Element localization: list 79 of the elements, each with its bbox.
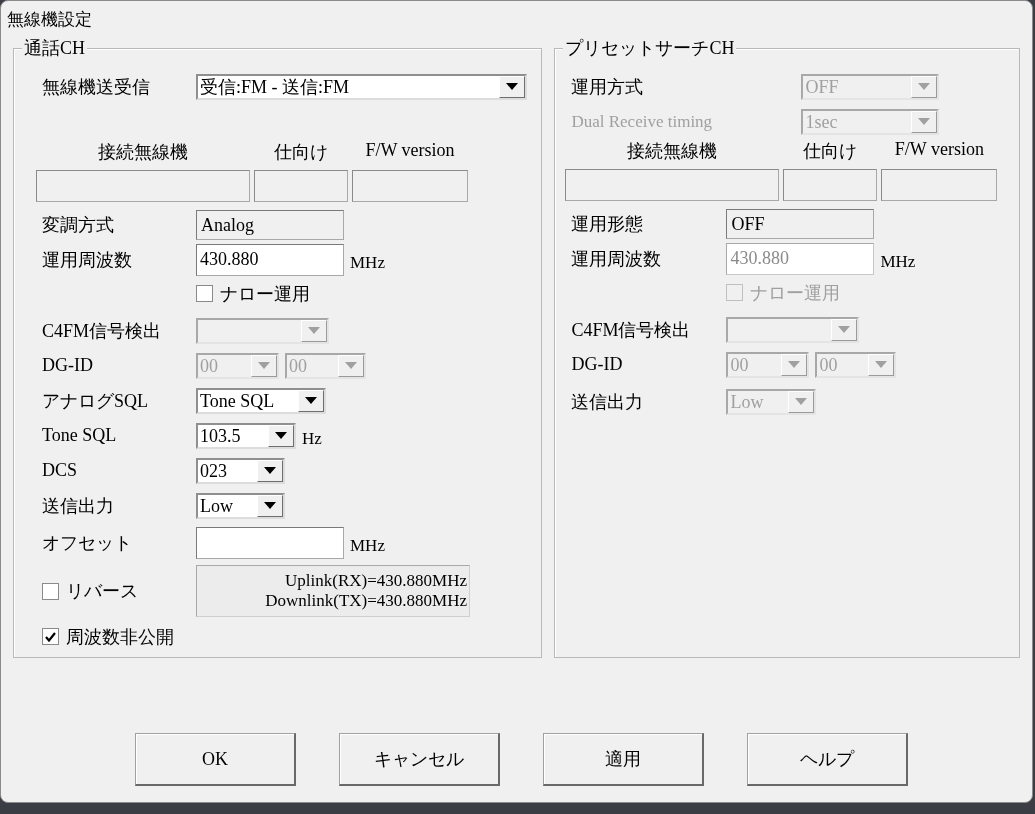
input-field[interactable]: 430.880 [196, 244, 344, 276]
field-label: 運用周波数 [42, 249, 133, 272]
dropdown-value: 00 [818, 353, 839, 376]
field-label: C4FM信号検出 [571, 318, 692, 342]
dropdown-arrow-icon [264, 467, 276, 474]
unit-label: MHz [350, 253, 385, 273]
dropdown-value: 023 [199, 459, 228, 482]
dropdown[interactable]: 103.5 [196, 422, 296, 449]
field-label: DCS [42, 460, 78, 481]
dropdown-arrow-icon [345, 362, 357, 369]
field-label: 運用形態 [571, 213, 645, 236]
dropdown[interactable]: 023 [196, 457, 285, 484]
field-label: オフセット [42, 532, 133, 555]
dropdown-arrow-icon [918, 118, 931, 125]
dropdown-value: 00 [729, 353, 750, 376]
field-label: 送信出力 [42, 494, 115, 518]
dropdown-arrow-icon [795, 398, 808, 405]
field-label: 運用周波数 [571, 248, 663, 271]
column-header: 仕向け [273, 141, 329, 164]
column-header: 仕向け [802, 140, 859, 163]
dropdown-arrow-icon [918, 83, 931, 90]
field-label: アナログSQL [42, 389, 149, 413]
checkbox[interactable] [42, 582, 59, 600]
dropdown-arrow-icon [875, 361, 888, 368]
column-header: 接続無線機 [626, 140, 719, 163]
dropdown-value: Low [729, 390, 765, 413]
dropdown-arrow-icon [264, 502, 276, 509]
column-header: 接続無線機 [97, 141, 189, 164]
field-label: DG-ID [42, 355, 94, 376]
info-text: Downlink(TX)=430.880MHz [264, 591, 467, 611]
dropdown-arrow-icon [838, 326, 851, 333]
checkbox-label: リバース [66, 580, 138, 603]
field-label: Dual Receive timing [571, 111, 714, 132]
checkbox-label: 周波数非公開 [66, 625, 174, 649]
dropdown-value: OFF [804, 75, 840, 98]
field-label: 運用方式 [571, 75, 645, 99]
dropdown-value: 103.5 [199, 424, 242, 447]
unit-label: MHz [880, 252, 916, 272]
dropdown-arrow-icon [258, 362, 270, 369]
dialog-button[interactable]: キャンセル [339, 733, 500, 786]
unit-label: MHz [350, 536, 385, 556]
dropdown-value: Low [199, 494, 234, 517]
dropdown-arrow-icon [506, 83, 518, 90]
dialog-button[interactable]: ヘルプ [747, 733, 908, 786]
dropdown-arrow-icon [308, 327, 320, 334]
field-label: 無線機送受信 [42, 75, 151, 99]
dropdown-value: Tone SQL [199, 389, 276, 412]
field-label: 変調方式 [42, 214, 115, 237]
group-title: プリセットサーチCH [563, 38, 737, 58]
dialog-button[interactable]: OK [135, 733, 296, 786]
field-label: 送信出力 [571, 390, 645, 414]
dropdown-arrow-icon [305, 397, 317, 404]
readonly-field: OFF [726, 209, 875, 239]
dropdown[interactable]: Low [196, 492, 285, 519]
checkbox-label: ナロー運用 [220, 282, 310, 306]
column-header: F/W version [893, 139, 985, 161]
dropdown[interactable]: 受信:FM - 送信:FM [196, 73, 527, 100]
checkbox[interactable] [196, 285, 213, 302]
checkbox[interactable] [42, 628, 59, 645]
unit-label: Hz [302, 428, 322, 449]
window-title: 無線機設定 [7, 9, 92, 31]
dropdown-value: 00 [199, 354, 219, 377]
dropdown[interactable]: Tone SQL [196, 387, 326, 414]
field-label: Tone SQL [42, 425, 118, 446]
dropdown-value: 受信:FM - 送信:FM [199, 75, 351, 98]
input-field[interactable] [196, 527, 344, 559]
field-label: DG-ID [571, 354, 624, 375]
info-text: Uplink(RX)=430.880MHz [284, 571, 467, 591]
dropdown-arrow-icon [788, 361, 801, 368]
dropdown-value: 00 [288, 354, 308, 377]
dropdown-arrow-icon [275, 432, 287, 439]
dialog-button[interactable]: 適用 [543, 733, 704, 786]
column-header: F/W version [364, 140, 456, 162]
readonly-field: Analog [196, 210, 344, 240]
dropdown-value: 1sec [804, 110, 839, 133]
checkmark-icon [45, 631, 56, 642]
group-title: 通話CH [22, 38, 87, 58]
checkbox-label: ナロー運用 [750, 281, 841, 305]
field-label: C4FM信号検出 [42, 319, 163, 343]
